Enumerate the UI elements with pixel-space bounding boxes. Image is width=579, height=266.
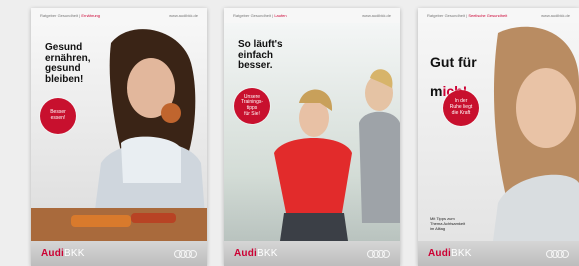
- brochure-footer: AudiBKK: [418, 241, 579, 266]
- audi-rings-icon: [367, 249, 390, 258]
- brochure-topbar: Ratgeber Gesundheit | Seelische Gesundhe…: [418, 8, 579, 23]
- audi-bkk-logo: AudiBKK: [234, 248, 278, 259]
- promo-badge: Unsere Trainings- tipps für Sie!: [234, 88, 270, 124]
- promo-badge: Besser essen!: [40, 98, 76, 134]
- brochure-footer: AudiBKK: [224, 241, 400, 266]
- brochure-headline: Gesund ernähren, gesund bleiben!: [45, 42, 91, 85]
- brochure-topbar: Ratgeber Gesundheit | Ernährung www.audi…: [31, 8, 207, 23]
- website-url: www.audibkk.de: [362, 13, 391, 18]
- brochure-footer: AudiBKK: [31, 241, 207, 266]
- brochure-topbar: Ratgeber Gesundheit | Laufen www.audibkk…: [224, 8, 400, 23]
- website-url: www.audibkk.de: [169, 13, 198, 18]
- brochure-running[interactable]: Ratgeber Gesundheit | Laufen www.audibkk…: [224, 8, 400, 266]
- brochure-headline: So läuft's einfach besser.: [238, 39, 283, 71]
- brochure-nutrition[interactable]: Ratgeber Gesundheit | Ernährung www.audi…: [31, 8, 207, 266]
- website-url: www.audibkk.de: [541, 13, 570, 18]
- category-label: Ratgeber Gesundheit | Laufen: [233, 13, 287, 18]
- category-label: Ratgeber Gesundheit | Seelische Gesundhe…: [427, 13, 508, 18]
- audi-rings-icon: [546, 249, 569, 258]
- promo-badge: In der Ruhe liegt die Kraft: [443, 90, 479, 126]
- audi-rings-icon: [174, 249, 197, 258]
- brochure-mental-health[interactable]: Ratgeber Gesundheit | Seelische Gesundhe…: [418, 8, 579, 266]
- audi-bkk-logo: AudiBKK: [41, 248, 85, 259]
- category-label: Ratgeber Gesundheit | Ernährung: [40, 13, 100, 18]
- tips-text: Mit Tipps zum Thema Achtsamkeit im Allta…: [430, 216, 466, 231]
- audi-bkk-logo: AudiBKK: [428, 248, 472, 259]
